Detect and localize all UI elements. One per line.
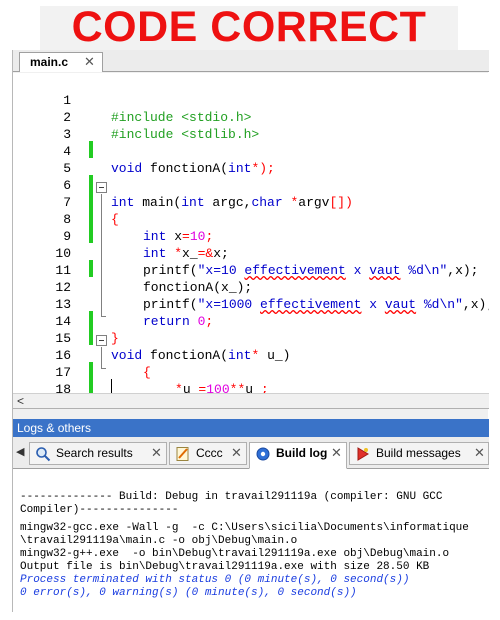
build-log-output[interactable]: -------------- Build: Debug in travail29…: [13, 469, 489, 612]
ide-window: main.c ✕ 1 #include <stdio.h> 2 #include…: [12, 50, 489, 612]
edit-note-icon: [176, 447, 189, 461]
banner-text: CODE CORRECT: [71, 3, 427, 51]
code-line: 6 int main(int argc,char *argv[]): [13, 160, 489, 210]
tab-label: Cccc: [196, 446, 223, 460]
tab-label: Build messages: [376, 446, 461, 460]
log-line: Output file is bin\Debug\travail291119a.…: [20, 561, 430, 573]
code-line: 15 void fonctionA(int* u_): [13, 313, 489, 363]
close-icon[interactable]: ✕: [151, 445, 162, 461]
code-line: 8 int x=10;: [13, 194, 489, 244]
logs-panel-title: Logs & others: [17, 421, 92, 435]
file-tab-main-c[interactable]: main.c ✕: [19, 52, 103, 72]
log-line: -------------- Build: Debug in travail29…: [20, 491, 443, 503]
code-line: 18 }: [13, 364, 489, 393]
tab-scroll-left-icon[interactable]: ◀: [16, 445, 24, 458]
log-line-summary: 0 error(s), 0 warning(s) (0 minute(s), 0…: [20, 587, 357, 599]
code-line: 17 *u_=100**u_;: [13, 347, 489, 393]
code-line: 3: [13, 109, 489, 142]
close-icon[interactable]: ✕: [231, 445, 242, 461]
code-line: 12 printf("x=1000 effectivement x vaut %…: [13, 262, 489, 312]
gear-icon: [256, 447, 270, 461]
tab-label: Search results: [56, 446, 133, 460]
tab-cccc[interactable]: Cccc ✕: [169, 442, 247, 465]
tab-build-log[interactable]: Build log ✕: [249, 442, 347, 469]
title-banner: CODE CORRECT: [40, 3, 458, 51]
log-line: \travail291119a\main.c -o obj\Debug\main…: [20, 535, 298, 547]
code-line: 2 #include <stdlib.h>: [13, 92, 489, 142]
logs-tab-strip: ◀ Search results ✕ Cccc ✕ Build log ✕ Bu…: [13, 437, 489, 469]
build-messages-icon: [357, 447, 369, 461]
log-line: Compiler)---------------: [20, 504, 179, 516]
code-line: 19: [13, 381, 489, 393]
editor-tab-strip: main.c ✕: [13, 50, 489, 72]
code-editor[interactable]: 1 #include <stdio.h> 2 #include <stdlib.…: [13, 73, 489, 393]
code-line: 16 {: [13, 330, 489, 380]
code-line: 11 fonctionA(x_);: [13, 245, 489, 295]
file-tab-label: main.c: [30, 55, 69, 69]
tab-label: Build log: [276, 446, 328, 460]
code-line: 10 printf("x=10 effectivement x vaut %d\…: [13, 228, 489, 278]
text-cursor: [111, 379, 112, 393]
close-icon[interactable]: ✕: [84, 54, 95, 70]
close-icon[interactable]: ✕: [474, 445, 485, 461]
log-line-status: Process terminated with status 0 (0 minu…: [20, 574, 410, 586]
code-line: 9 int *x_=&x;: [13, 211, 489, 261]
code-line: 4 void fonctionA(int*);: [13, 126, 489, 176]
scroll-left-icon[interactable]: <: [17, 394, 24, 408]
log-line: mingw32-g++.exe -o bin\Debug\travail2911…: [20, 548, 450, 560]
code-line: 7 {: [13, 177, 489, 227]
code-line: 5: [13, 143, 489, 176]
code-line: 1 #include <stdio.h>: [13, 75, 489, 125]
log-line: mingw32-gcc.exe -Wall -g -c C:\Users\sic…: [20, 522, 469, 534]
tab-search-results[interactable]: Search results ✕: [29, 442, 167, 465]
horizontal-scrollbar[interactable]: <: [13, 393, 489, 409]
close-icon[interactable]: ✕: [331, 445, 342, 461]
search-icon: [36, 447, 51, 462]
logs-panel-titlebar: Logs & others: [13, 419, 489, 437]
code-line: 13 return 0;: [13, 279, 489, 329]
tab-build-messages[interactable]: Build messages ✕: [349, 442, 489, 465]
code-line: 14 }: [13, 296, 489, 346]
